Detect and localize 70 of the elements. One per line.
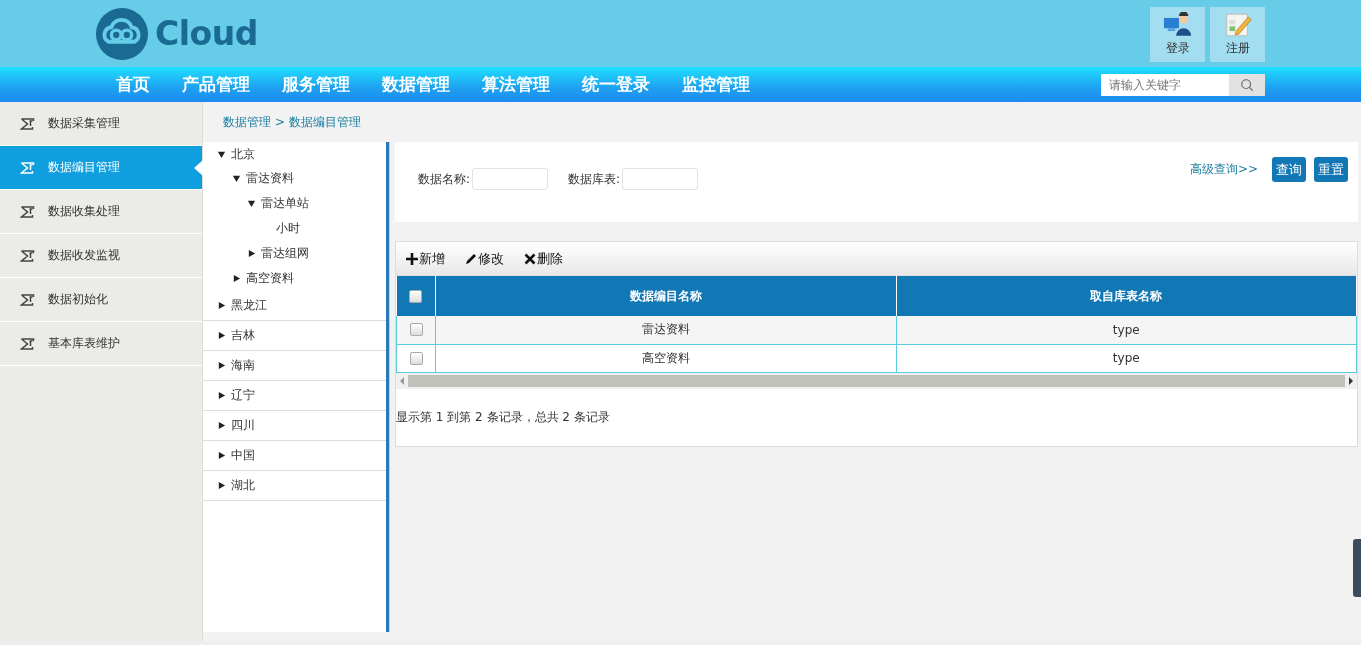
register-button[interactable]: 注册 (1210, 7, 1265, 62)
field-label: 数据库表: (568, 170, 621, 188)
sidebar-item[interactable]: 基本库表维护 (0, 322, 202, 366)
advanced-search-link[interactable]: 高级查询>> (1189, 161, 1258, 178)
pencil-icon (465, 252, 477, 265)
triangle-down-icon[interactable] (217, 149, 226, 159)
sigma-icon (20, 161, 35, 174)
tree-node[interactable]: 雷达资料 (203, 166, 386, 191)
breadcrumb-link[interactable]: 数据管理 (223, 113, 271, 131)
field-label: 数据名称: (418, 170, 471, 188)
column-header: 数据编目名称 (435, 276, 896, 316)
tree-node[interactable]: 海南 (203, 351, 386, 381)
tree-node[interactable]: 小时 (203, 216, 386, 241)
triangle-down-icon[interactable] (232, 174, 241, 183)
tree-node[interactable]: 雷达单站 (203, 191, 386, 216)
input-field[interactable] (622, 168, 699, 190)
tree-node[interactable]: 雷达组网 (203, 241, 386, 266)
search-field[interactable]: 请输入关键字 (1101, 73, 1229, 96)
tree-node[interactable]: 黑龙江 (203, 291, 386, 321)
sigma-icon (20, 249, 35, 262)
sigma-icon (20, 293, 35, 306)
user-at-computer-icon (1162, 12, 1193, 37)
table-cell: type (896, 316, 1357, 344)
triangle-right-icon[interactable] (217, 481, 226, 490)
tree-node[interactable]: 中国 (203, 441, 386, 471)
checkbox[interactable] (409, 323, 423, 337)
sidebar-item[interactable]: 数据收集处理 (0, 190, 202, 234)
triangle-right-icon[interactable] (217, 301, 226, 310)
plus-icon (406, 252, 418, 265)
search-icon (1240, 77, 1254, 92)
table-cell: type (896, 344, 1357, 372)
pagination-text: 显示第 1 到第 2 条记录，总共 2 条记录 (396, 408, 611, 426)
triangle-right-icon[interactable] (217, 421, 226, 430)
checkbox[interactable] (409, 289, 423, 303)
tree-node[interactable]: 四川 (203, 411, 386, 441)
sidebar-item[interactable]: 数据初始化 (0, 278, 202, 322)
logo-text: Cloud (155, 14, 258, 53)
breadcrumb-link[interactable]: 数据编目管理 (289, 113, 362, 131)
add-button[interactable]: 新增 (406, 249, 445, 268)
sigma-icon (20, 337, 35, 350)
breadcrumb-separator: > (275, 115, 286, 129)
scroll-right-icon[interactable] (1348, 376, 1354, 385)
triangle-right-icon[interactable] (217, 361, 226, 370)
sigma-icon (20, 117, 35, 130)
tree-node[interactable]: 吉林 (203, 321, 386, 351)
tree-node[interactable]: 高空资料 (203, 266, 386, 291)
table-cell: 高空资料 (435, 344, 896, 372)
sigma-icon (20, 205, 35, 218)
close-icon (524, 252, 536, 265)
query-button[interactable]: 查询 (1272, 157, 1306, 182)
triangle-right-icon[interactable] (217, 391, 226, 400)
triangle-right-icon[interactable] (217, 331, 226, 340)
reset-button[interactable]: 重置 (1314, 157, 1348, 182)
tree-node[interactable]: 辽宁 (203, 381, 386, 411)
input-field[interactable] (472, 168, 549, 190)
login-button[interactable]: 登录 (1150, 7, 1205, 62)
tree-node[interactable]: 湖北 (203, 471, 386, 501)
cloud-logo-icon (95, 6, 149, 61)
delete-button[interactable]: 删除 (524, 249, 563, 268)
checkbox[interactable] (409, 351, 423, 365)
triangle-down-icon[interactable] (247, 199, 256, 208)
triangle-right-icon[interactable] (217, 451, 226, 460)
sidebar-item[interactable]: 数据收发监视 (0, 234, 202, 278)
edit-button[interactable]: 修改 (465, 249, 504, 268)
triangle-right-icon[interactable] (247, 249, 256, 258)
table-cell: 雷达资料 (435, 316, 896, 344)
triangle-right-icon[interactable] (232, 274, 241, 283)
search-button[interactable] (1229, 73, 1265, 96)
tree-node[interactable]: 北京 (203, 142, 386, 166)
column-header: 取自库表名称 (896, 276, 1357, 316)
